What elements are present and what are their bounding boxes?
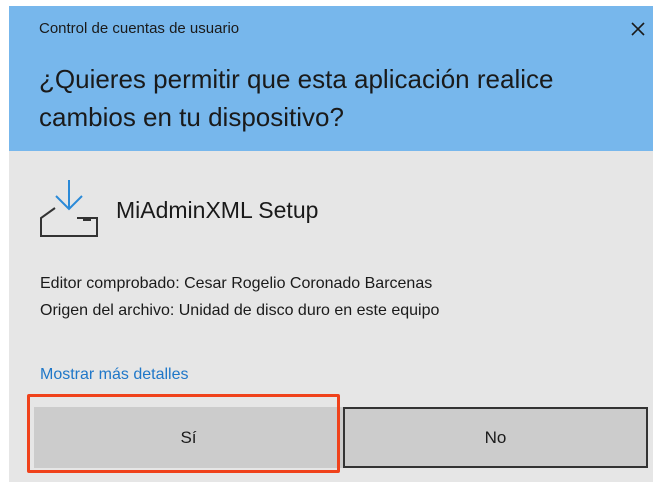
permission-question: ¿Quieres permitir que esta aplicación re… bbox=[39, 64, 554, 132]
file-origin-info: Origen del archivo: Unidad de disco duro… bbox=[40, 302, 440, 319]
app-name: MiAdminXML Setup bbox=[116, 197, 319, 223]
yes-button-label: Sí bbox=[180, 427, 197, 447]
screenshot-frame: Control de cuentas de usuario ¿Quieres p… bbox=[0, 0, 660, 489]
no-button[interactable]: No bbox=[343, 407, 648, 468]
yes-button[interactable]: Sí bbox=[34, 407, 343, 468]
show-more-details-link[interactable]: Mostrar más detalles bbox=[40, 366, 189, 384]
publisher-info: Editor comprobado: Cesar Rogelio Coronad… bbox=[40, 275, 433, 292]
no-button-label: No bbox=[484, 427, 507, 447]
close-button[interactable] bbox=[627, 18, 649, 40]
window-title: Control de cuentas de usuario bbox=[39, 20, 240, 37]
close-icon bbox=[631, 22, 645, 36]
dialog-header: Control de cuentas de usuario ¿Quieres p… bbox=[9, 6, 653, 151]
uac-dialog: Control de cuentas de usuario ¿Quieres p… bbox=[9, 6, 653, 482]
installer-download-icon bbox=[39, 178, 99, 238]
